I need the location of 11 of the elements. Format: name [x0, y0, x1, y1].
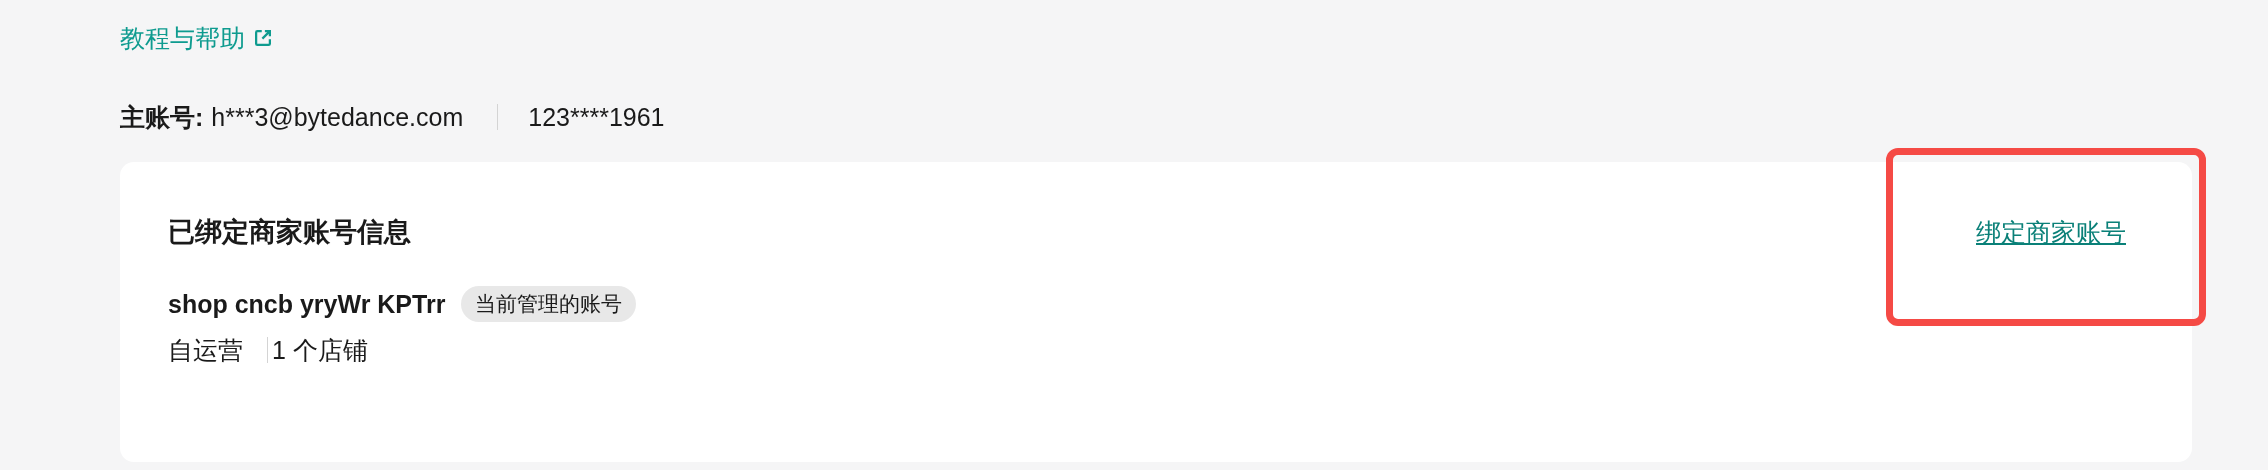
main-account-label: 主账号: — [120, 102, 204, 133]
shop-name: shop cncb yryWr KPTrr — [168, 289, 446, 320]
help-link[interactable]: 教程与帮助 — [120, 18, 273, 58]
account-email: h***3@bytedance.com — [211, 102, 464, 133]
shop-count: 1 个店铺 — [272, 335, 368, 366]
current-account-badge: 当前管理的账号 — [461, 286, 637, 322]
external-link-icon — [253, 28, 273, 48]
account-type: 自运营 — [168, 335, 243, 366]
bind-account-link[interactable]: 绑定商家账号 — [1976, 218, 2126, 246]
card-title: 已绑定商家账号信息 — [168, 216, 411, 249]
account-phone: 123****1961 — [528, 102, 665, 133]
